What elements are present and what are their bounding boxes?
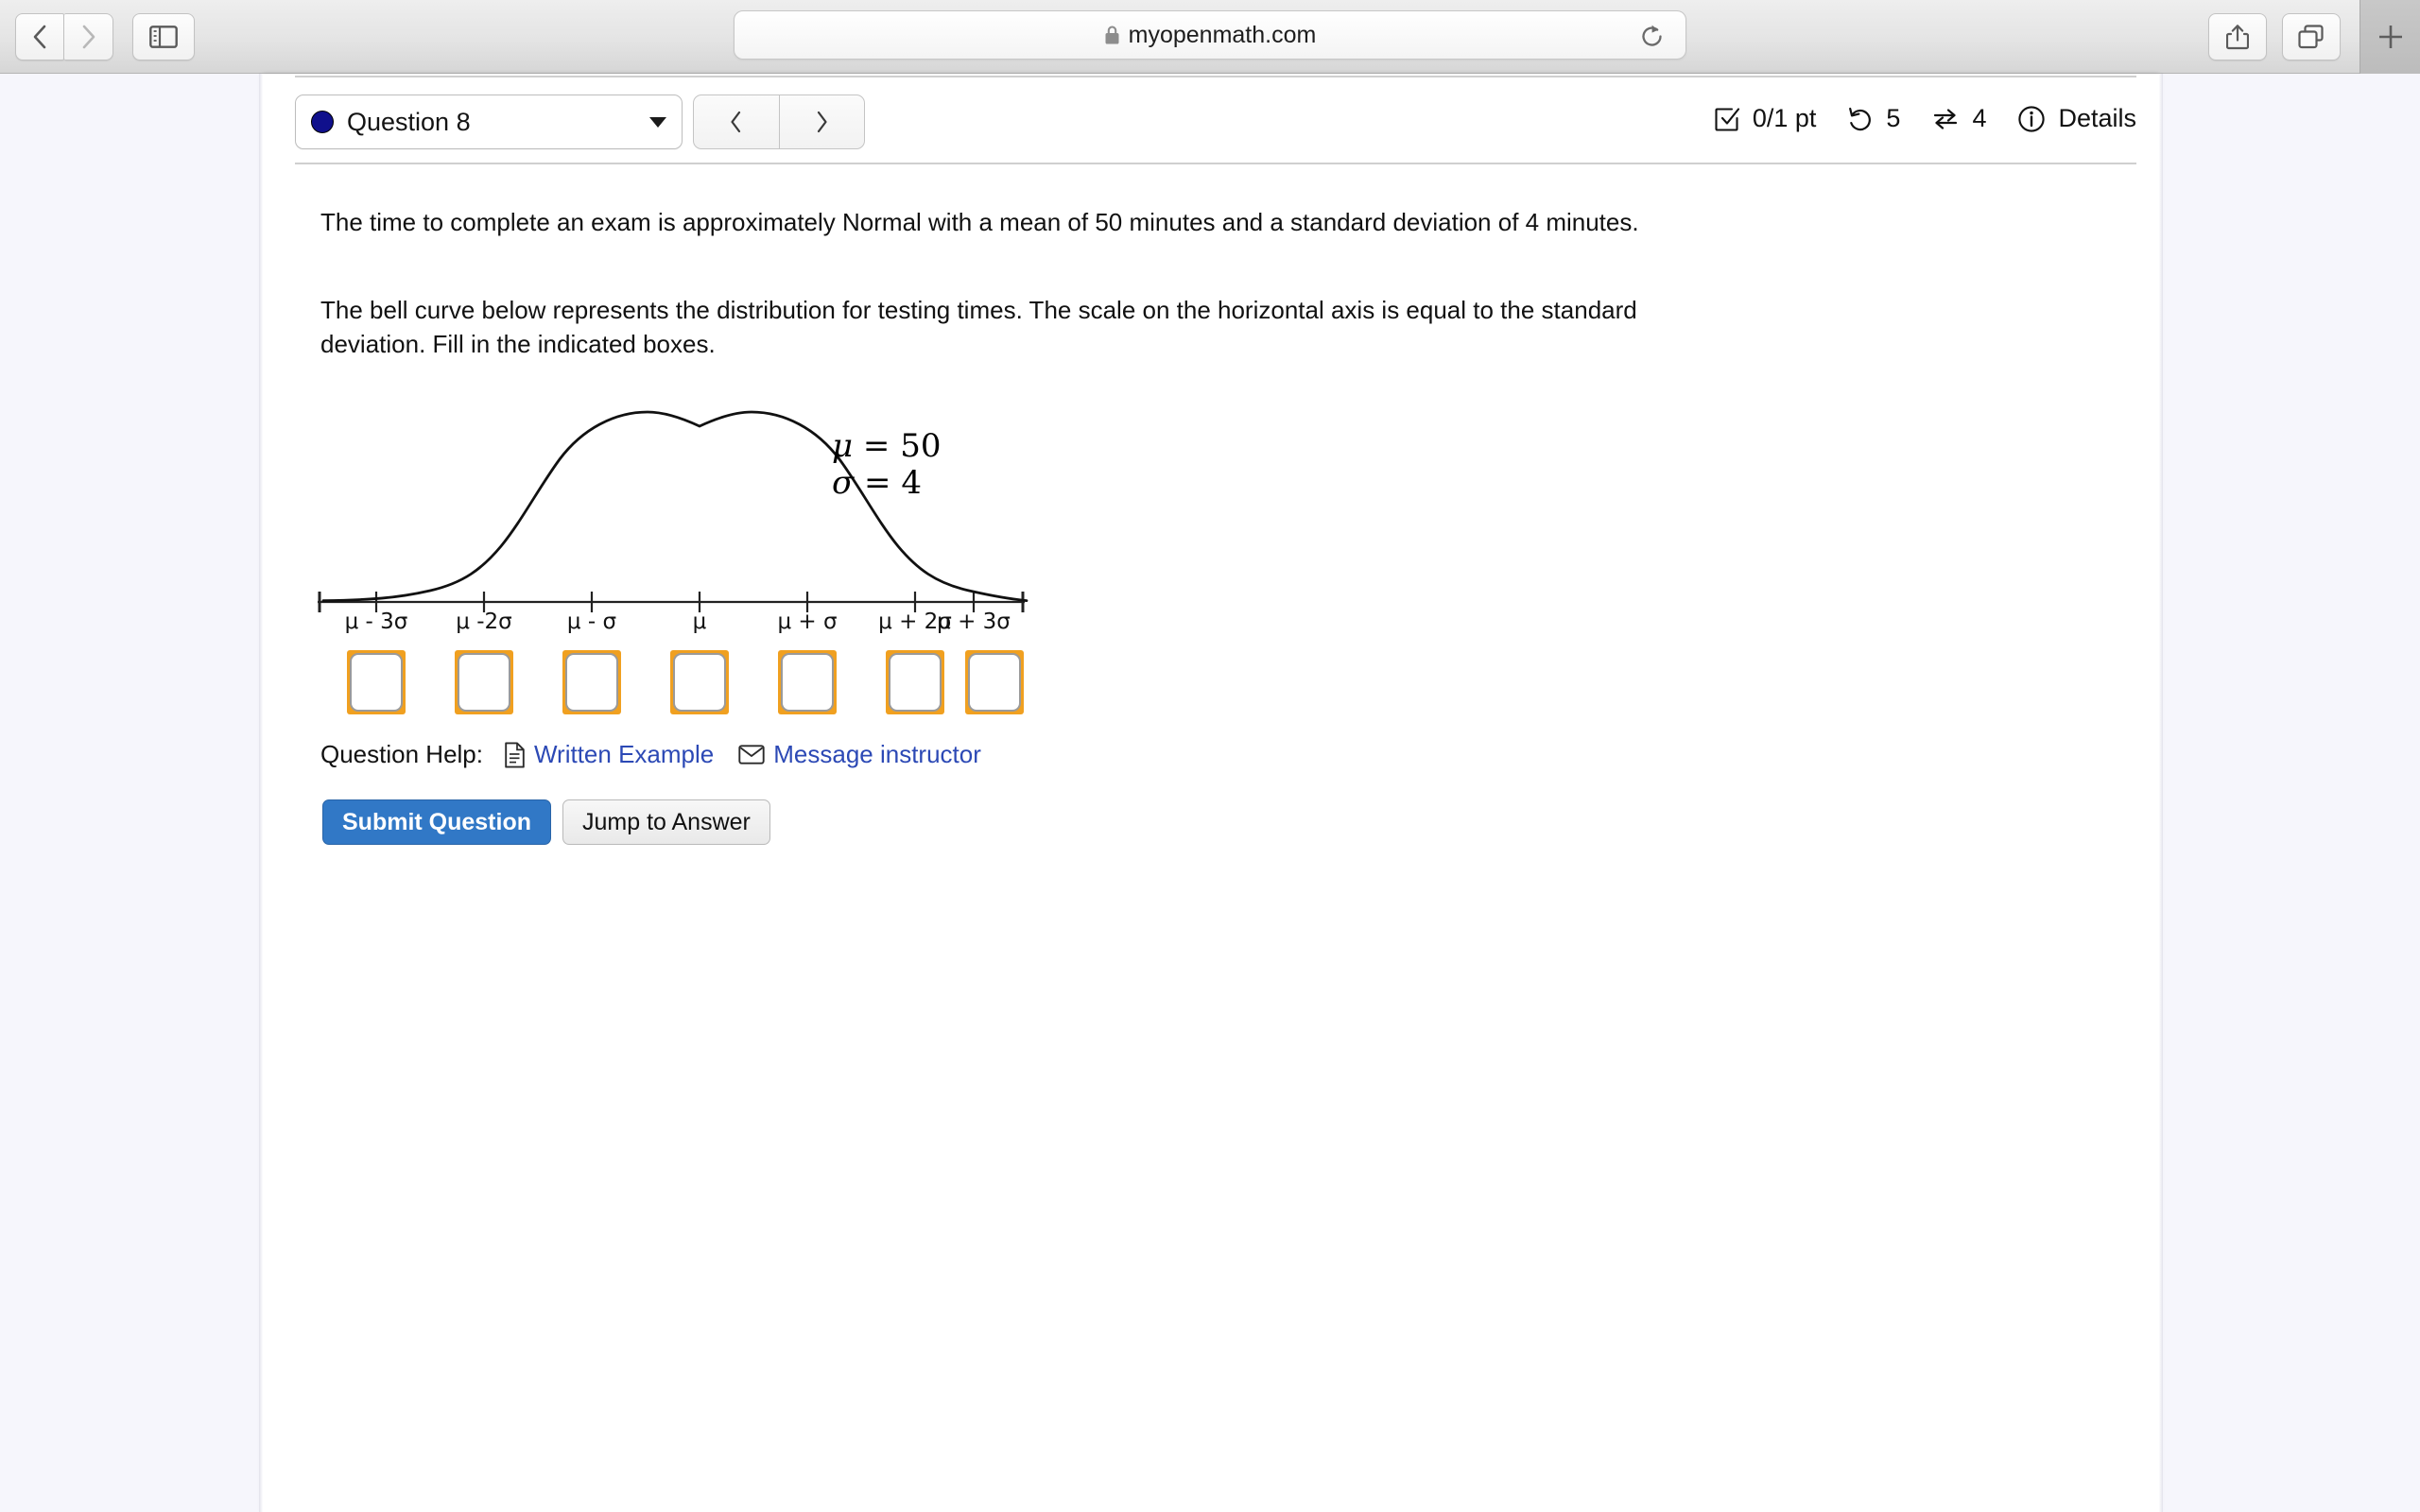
undo-icon xyxy=(1849,107,1872,130)
address-bar[interactable]: myopenmath.com xyxy=(734,10,1686,60)
jump-to-answer-button[interactable]: Jump to Answer xyxy=(562,799,770,845)
score-text: 0/1 pt xyxy=(1752,104,1817,132)
panel-right-edge xyxy=(2159,74,2163,1512)
answer-box-wrapper-4 xyxy=(778,650,837,714)
browser-toolbar: myopenmath.com xyxy=(0,0,2420,74)
sigma-value: 4 xyxy=(901,464,922,502)
chevron-left-icon xyxy=(33,25,46,49)
answer-box-wrapper-2 xyxy=(562,650,621,714)
question-status-dot xyxy=(311,111,334,133)
new-tab-button[interactable] xyxy=(2360,0,2420,74)
swap-icon xyxy=(1934,108,1958,129)
reload-icon[interactable] xyxy=(1639,24,1665,49)
answer-input-5[interactable] xyxy=(889,653,942,712)
written-example-link[interactable]: Written Example xyxy=(534,740,714,769)
panel-left-edge xyxy=(259,74,263,1512)
tick-label-2: μ - σ xyxy=(566,610,617,634)
answer-input-6[interactable] xyxy=(968,653,1021,712)
sidebar-toggle-icon xyxy=(149,26,178,48)
header-divider-top xyxy=(295,76,2136,77)
tick-label-3: μ xyxy=(692,610,707,634)
content-panel xyxy=(263,74,2159,1512)
answer-input-2[interactable] xyxy=(565,653,618,712)
checkbox-icon xyxy=(1715,107,1739,131)
show-tabs-button[interactable] xyxy=(2282,13,2341,60)
answer-input-1[interactable] xyxy=(458,653,510,712)
message-instructor-item[interactable]: Message instructor xyxy=(738,740,981,769)
browser-forward-button[interactable] xyxy=(64,13,113,60)
share-icon xyxy=(2226,25,2249,50)
question-select-label: Question 8 xyxy=(347,107,471,136)
versions-count: 4 xyxy=(1972,104,1987,132)
sigma-symbol: σ xyxy=(832,464,855,502)
question-help-row: Question Help: Written Example Message i… xyxy=(320,740,1006,769)
question-select[interactable]: Question 8 xyxy=(295,94,683,149)
mu-equals: = xyxy=(853,427,901,465)
tick-label-6: μ + 3σ xyxy=(937,610,1011,634)
plus-icon xyxy=(2378,26,2402,48)
submit-question-button[interactable]: Submit Question xyxy=(322,799,551,845)
envelope-icon xyxy=(738,745,765,765)
action-button-row: Submit Question Jump to Answer xyxy=(322,799,770,845)
tabs-icon xyxy=(2298,25,2324,49)
chevron-right-icon xyxy=(82,25,95,49)
mean-label: μ = 50 xyxy=(832,427,941,465)
chevron-right-icon xyxy=(817,111,827,133)
question-status-bar: 0/1 pt 5 4 Details xyxy=(1714,104,2136,133)
question-paragraph-2: The bell curve below represents the dist… xyxy=(320,296,1637,358)
lock-icon xyxy=(1105,26,1119,44)
axis-tick-labels: μ - 3σ μ -2σ μ - σ μ μ + σ μ + 2σ μ + 3σ xyxy=(312,610,1030,640)
answer-box-wrapper-0 xyxy=(347,650,406,714)
sd-label: σ = 4 xyxy=(832,464,922,502)
question-nav-group xyxy=(693,94,865,149)
question-paragraph-1: The time to complete an exam is approxim… xyxy=(320,208,1639,236)
answer-box-wrapper-5 xyxy=(886,650,944,714)
info-icon[interactable] xyxy=(2017,105,2046,133)
tick-label-0: μ - 3σ xyxy=(344,610,408,634)
answer-box-wrapper-6 xyxy=(965,650,1024,714)
tick-label-1: μ -2σ xyxy=(456,610,512,634)
question-help-label: Question Help: xyxy=(320,740,483,768)
answer-input-0[interactable] xyxy=(350,653,403,712)
header-divider-bottom xyxy=(295,163,2136,164)
address-bar-url: myopenmath.com xyxy=(1128,21,1317,48)
message-instructor-link[interactable]: Message instructor xyxy=(773,740,981,769)
answer-box-wrapper-1 xyxy=(455,650,513,714)
next-question-button[interactable] xyxy=(779,94,865,149)
answer-input-4[interactable] xyxy=(781,653,834,712)
chevron-down-icon xyxy=(649,116,666,128)
details-link[interactable]: Details xyxy=(2058,104,2136,133)
mu-symbol: μ xyxy=(832,427,854,465)
sigma-equals: = xyxy=(854,464,902,502)
sidebar-toggle-button[interactable] xyxy=(132,13,195,60)
previous-question-button[interactable] xyxy=(693,94,780,149)
chevron-left-icon xyxy=(731,111,741,133)
browser-back-button[interactable] xyxy=(15,13,64,60)
document-icon xyxy=(505,741,525,768)
answer-box-wrapper-3 xyxy=(670,650,729,714)
tick-label-4: μ + σ xyxy=(777,610,838,634)
share-button[interactable] xyxy=(2208,13,2267,60)
answer-input-3[interactable] xyxy=(673,653,726,712)
attempts-count: 5 xyxy=(1886,104,1901,132)
mu-value: 50 xyxy=(900,427,942,465)
answer-box-row xyxy=(312,650,1030,726)
written-example-item[interactable]: Written Example xyxy=(504,740,714,769)
